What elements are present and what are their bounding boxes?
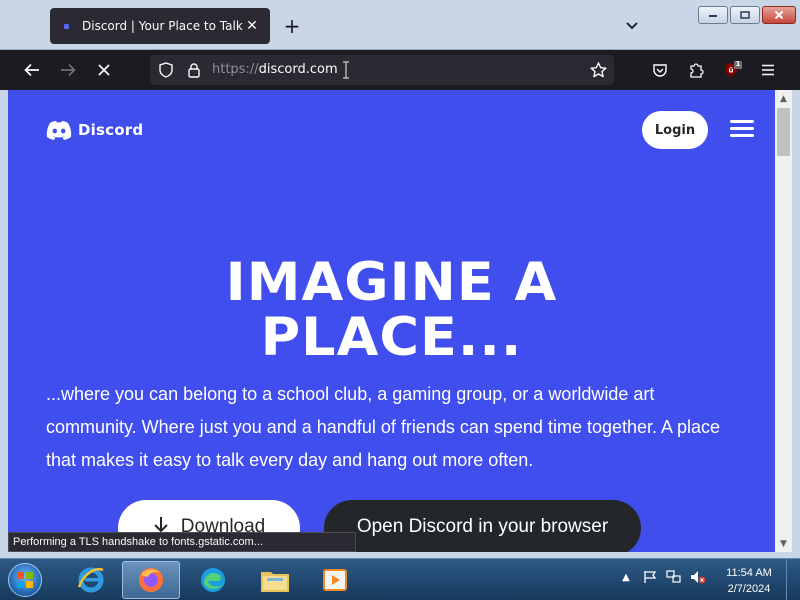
navigation-toolbar: https://discord.com ü 1 bbox=[0, 50, 800, 90]
edge-icon bbox=[201, 568, 225, 592]
minimize-button[interactable] bbox=[698, 6, 728, 24]
extensions-puzzle-icon[interactable] bbox=[686, 60, 706, 80]
list-all-tabs-chevron-icon[interactable] bbox=[622, 16, 642, 36]
media-player-icon bbox=[323, 569, 347, 591]
shield-icon[interactable] bbox=[156, 60, 176, 80]
firefox-icon bbox=[139, 568, 163, 592]
login-button[interactable]: Login bbox=[642, 111, 708, 149]
discord-wordmark: Discord bbox=[78, 121, 144, 139]
browser-tab[interactable]: Discord | Your Place to Talk and ✕ bbox=[50, 8, 270, 44]
window-frame-left bbox=[0, 90, 8, 558]
volume-muted-icon[interactable] bbox=[690, 569, 706, 585]
taskbar-edge[interactable] bbox=[184, 561, 242, 599]
clock-date: 2/7/2024 bbox=[727, 583, 771, 595]
taskbar-internet-explorer[interactable] bbox=[62, 561, 120, 599]
windows-taskbar: ▲ 11:54 AM 2/7/2024 bbox=[0, 558, 800, 600]
show-hidden-icons-icon[interactable]: ▲ bbox=[618, 569, 634, 585]
scroll-down-arrow-icon[interactable]: ▼ bbox=[775, 535, 792, 552]
ublock-origin-icon[interactable]: ü 1 bbox=[722, 60, 742, 80]
discord-homepage: Discord Login IMAGINE A PLACE... ...wher… bbox=[8, 90, 775, 552]
stop-loading-icon[interactable] bbox=[94, 60, 114, 80]
back-arrow-icon[interactable] bbox=[22, 60, 42, 80]
action-center-flag-icon[interactable] bbox=[642, 569, 658, 585]
windows-logo-icon bbox=[8, 563, 42, 597]
taskbar-file-explorer[interactable] bbox=[246, 561, 304, 599]
discord-clyde-icon bbox=[46, 121, 72, 140]
hero-line-1: IMAGINE A bbox=[225, 251, 558, 313]
tab-close-icon[interactable]: ✕ bbox=[244, 18, 260, 34]
taskbar-clock[interactable]: 11:54 AM 2/7/2024 bbox=[718, 565, 780, 597]
browser-titlebar: Discord | Your Place to Talk and ✕ + bbox=[0, 0, 800, 50]
taskbar-firefox[interactable] bbox=[122, 561, 180, 599]
page-scrollbar[interactable]: ▲ ▼ bbox=[775, 90, 792, 552]
start-button[interactable] bbox=[4, 560, 46, 600]
scroll-up-arrow-icon[interactable]: ▲ bbox=[775, 90, 792, 107]
menu-hamburger-icon[interactable] bbox=[758, 60, 778, 80]
extension-badge-count: 1 bbox=[735, 60, 741, 68]
lock-icon[interactable] bbox=[184, 60, 204, 80]
site-menu-icon[interactable] bbox=[730, 120, 754, 140]
forward-arrow-icon[interactable] bbox=[58, 60, 78, 80]
system-tray: ▲ bbox=[618, 569, 706, 585]
hero-headline: IMAGINE A PLACE... bbox=[8, 255, 775, 365]
svg-text:ü: ü bbox=[729, 67, 734, 75]
folder-icon bbox=[261, 572, 289, 592]
new-tab-button[interactable]: + bbox=[282, 14, 302, 38]
tab-title: Discord | Your Place to Talk and bbox=[82, 19, 244, 33]
maximize-button[interactable] bbox=[730, 6, 760, 24]
text-cursor-icon bbox=[342, 61, 350, 79]
discord-favicon-icon bbox=[60, 20, 72, 32]
scroll-thumb[interactable] bbox=[777, 108, 790, 156]
clock-time: 11:54 AM bbox=[726, 567, 772, 579]
status-panel: Performing a TLS handshake to fonts.gsta… bbox=[8, 532, 356, 552]
network-icon[interactable] bbox=[666, 569, 682, 585]
close-window-button[interactable] bbox=[762, 6, 796, 24]
bookmark-star-icon[interactable] bbox=[588, 60, 608, 80]
discord-logo[interactable]: Discord bbox=[46, 120, 143, 140]
pocket-icon[interactable] bbox=[650, 60, 670, 80]
window-controls bbox=[698, 6, 796, 24]
url-scheme: https:// bbox=[212, 62, 259, 77]
open-in-browser-button[interactable]: Open Discord in your browser bbox=[324, 500, 641, 552]
taskbar-media-player[interactable] bbox=[306, 561, 364, 599]
show-desktop-button[interactable] bbox=[786, 559, 800, 600]
url-text[interactable]: https://discord.com bbox=[212, 62, 338, 77]
hero-line-2: PLACE... bbox=[260, 306, 523, 368]
internet-explorer-icon bbox=[77, 567, 104, 593]
address-bar[interactable]: https://discord.com bbox=[150, 55, 614, 85]
hero-description: ...where you can belong to a school club… bbox=[46, 384, 721, 470]
url-host: discord.com bbox=[258, 62, 338, 77]
window-frame-right bbox=[792, 90, 800, 558]
